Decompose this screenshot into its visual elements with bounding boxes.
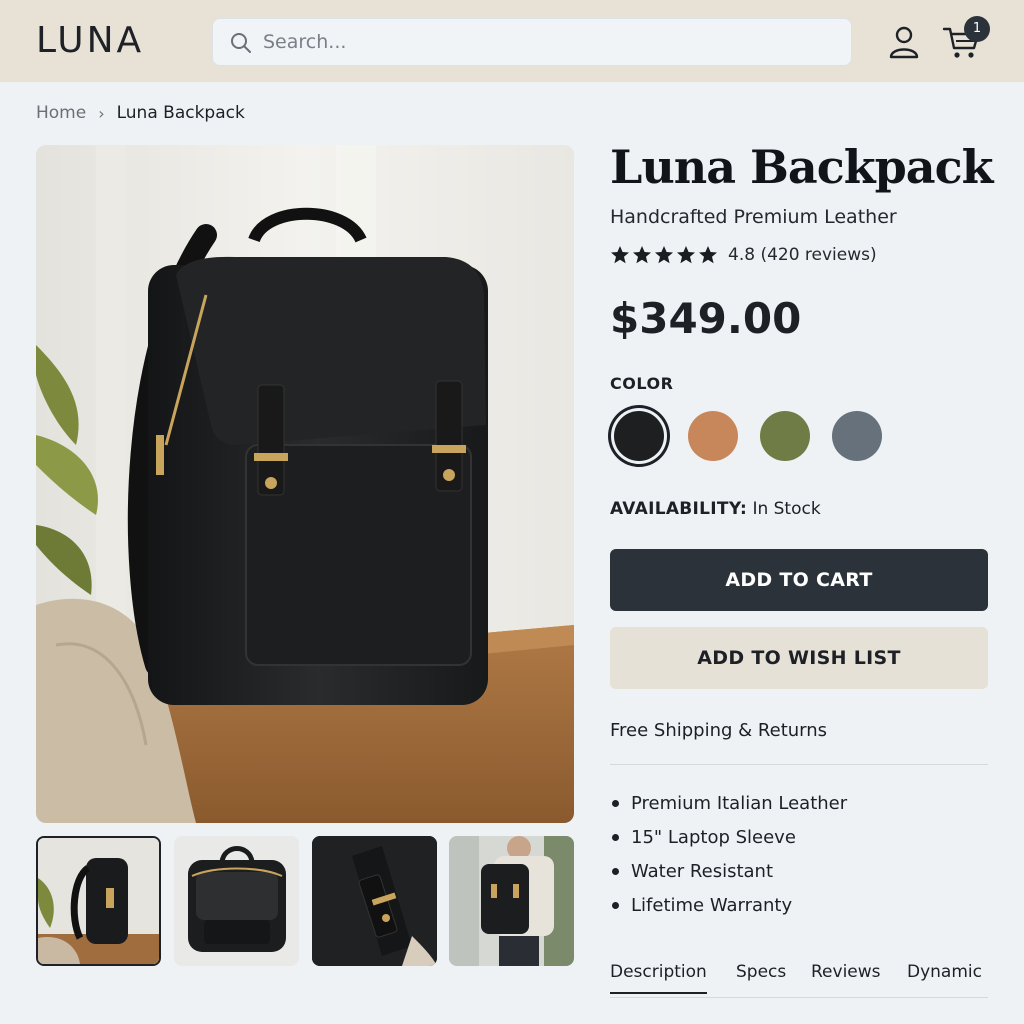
- feature-text: Water Resistant: [631, 860, 774, 882]
- product-subtitle: Handcrafted Premium Leather: [610, 206, 897, 228]
- star-icon: [611, 246, 629, 264]
- tab-specs[interactable]: Specs: [736, 962, 786, 982]
- rating-text: 4.8 (420 reviews): [728, 245, 877, 265]
- bullet-icon: [612, 833, 619, 841]
- star-icon: [699, 246, 717, 264]
- main-product-image[interactable]: [36, 145, 574, 823]
- color-swatch-black[interactable]: [614, 411, 664, 461]
- star-rating: [610, 245, 718, 265]
- product-price: $349.00: [610, 294, 802, 343]
- tab-reviews[interactable]: Reviews: [811, 962, 881, 982]
- bullet-icon: [612, 901, 619, 909]
- search-icon: [231, 33, 251, 53]
- shipping-info: Free Shipping & Returns: [610, 720, 828, 741]
- user-account-icon[interactable]: [886, 24, 922, 60]
- search-input[interactable]: [263, 19, 833, 65]
- color-label: COLOR: [610, 374, 674, 393]
- thumbnail-detail-view: [312, 836, 437, 966]
- star-icon: [677, 246, 695, 264]
- bullet-icon: [612, 799, 619, 807]
- feature-text: 15" Laptop Sleeve: [631, 826, 796, 848]
- feature-list: Premium Italian Leather 15" Laptop Sleev…: [612, 786, 847, 922]
- feature-item: 15" Laptop Sleeve: [612, 820, 847, 854]
- breadcrumb: Home › Luna Backpack: [36, 103, 245, 123]
- chevron-right-icon: ›: [98, 103, 105, 123]
- feature-text: Premium Italian Leather: [631, 792, 848, 814]
- product-tabs: Description Specs Reviews Dynamic: [610, 958, 988, 998]
- divider: [610, 764, 988, 765]
- backpack-photo: [36, 145, 574, 823]
- thumbnail-open-view: [174, 836, 299, 966]
- add-to-wishlist-button[interactable]: ADD TO WISH LIST: [610, 627, 988, 689]
- thumbnail-3[interactable]: [312, 836, 437, 966]
- thumbnail-1[interactable]: [36, 836, 161, 966]
- availability-label: AVAILABILITY:: [610, 499, 748, 519]
- star-icon: [655, 246, 673, 264]
- feature-item: Premium Italian Leather: [612, 786, 847, 820]
- cart-count-badge: 1: [964, 16, 990, 42]
- product-rating[interactable]: 4.8 (420 reviews): [610, 245, 877, 265]
- tab-dynamic[interactable]: Dynamic: [907, 962, 982, 982]
- color-swatch-tan[interactable]: [688, 411, 738, 461]
- breadcrumb-current: Luna Backpack: [116, 103, 245, 123]
- breadcrumb-home-link[interactable]: Home: [36, 103, 86, 123]
- thumbnail-2[interactable]: [174, 836, 299, 966]
- feature-item: Lifetime Warranty: [612, 888, 847, 922]
- star-icon: [633, 246, 651, 264]
- availability-value: In Stock: [752, 499, 821, 519]
- thumbnail-worn-view: [449, 836, 574, 966]
- availability: AVAILABILITY: In Stock: [610, 499, 821, 519]
- color-swatch-olive[interactable]: [760, 411, 810, 461]
- site-header: LUNA 1: [0, 0, 1024, 82]
- color-swatch-slate[interactable]: [832, 411, 882, 461]
- tab-description[interactable]: Description: [610, 962, 707, 994]
- thumbnail-side-view: [38, 838, 159, 964]
- bullet-icon: [612, 867, 619, 875]
- feature-text: Lifetime Warranty: [631, 894, 793, 916]
- product-title: Luna Backpack: [610, 140, 993, 194]
- site-logo[interactable]: LUNA: [36, 20, 144, 61]
- search-bar[interactable]: [212, 18, 852, 66]
- feature-item: Water Resistant: [612, 854, 847, 888]
- add-to-cart-button[interactable]: ADD TO CART: [610, 549, 988, 611]
- thumbnail-4[interactable]: [449, 836, 574, 966]
